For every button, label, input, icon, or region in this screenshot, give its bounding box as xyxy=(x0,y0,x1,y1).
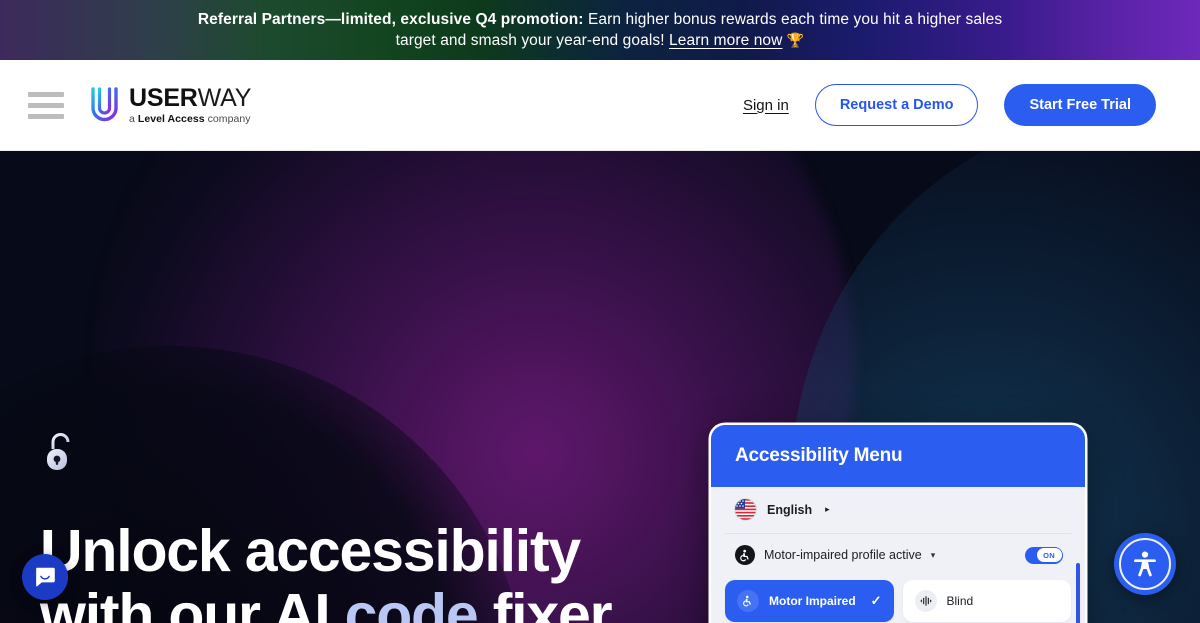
widget-title: Accessibility Menu xyxy=(735,445,903,466)
promo-banner-text: Referral Partners—limited, exclusive Q4 … xyxy=(185,10,1015,51)
promo-banner: Referral Partners—limited, exclusive Q4 … xyxy=(0,0,1200,60)
profile-card-motor-impaired[interactable]: Motor Impaired ✓ xyxy=(725,580,894,622)
tagline-prefix: a xyxy=(129,113,138,126)
chat-bubble-icon xyxy=(36,567,55,587)
hamburger-bar xyxy=(28,91,64,97)
wheelchair-icon xyxy=(735,545,755,565)
trophy-icon: 🏆 xyxy=(786,31,805,48)
soundwave-glyph xyxy=(920,596,931,606)
widget-body: English ▸ Motor-impaired profile active … xyxy=(711,487,1085,623)
hamburger-bar xyxy=(28,102,64,108)
wheelchair-icon xyxy=(737,590,759,612)
tagline-brand: Level Access xyxy=(137,113,205,126)
headline-part-2: fixer xyxy=(477,582,613,623)
accessibility-menu-widget: Accessibility Menu English ▸ Motor-impai… xyxy=(711,425,1085,623)
widget-scrollbar[interactable] xyxy=(1076,563,1080,623)
wheelchair-glyph xyxy=(739,549,749,561)
active-profile-row[interactable]: Motor-impaired profile active ▾ ON xyxy=(725,534,1071,576)
profile-card-grid: Motor Impaired ✓ Blind xyxy=(725,580,1071,623)
promo-bold-text: Referral Partners—limited, exclusive Q4 … xyxy=(197,10,584,28)
site-header: USERWAY a Level Access company Sign in R… xyxy=(0,60,1200,151)
language-selector[interactable]: English ▸ xyxy=(725,487,1071,534)
userway-u-mark-icon xyxy=(91,87,118,122)
accessibility-widget-button[interactable] xyxy=(1114,533,1176,595)
logo-word-user: USER xyxy=(129,84,198,113)
hero-section: Unlock accessibility with our AI code fi… xyxy=(0,151,1200,623)
profile-card-blind[interactable]: Blind xyxy=(902,580,1071,622)
profile-toggle-switch[interactable]: ON xyxy=(1025,546,1063,564)
toggle-knob-label: ON xyxy=(1036,548,1062,562)
hamburger-menu-icon[interactable] xyxy=(28,91,64,119)
profile-card-label: Motor Impaired xyxy=(769,594,856,608)
request-demo-button[interactable]: Request a Demo xyxy=(814,84,979,126)
widget-header: Accessibility Menu xyxy=(711,425,1085,487)
active-profile-label: Motor-impaired profile active xyxy=(764,548,922,562)
chevron-down-icon: ▾ xyxy=(930,549,936,560)
start-free-trial-button[interactable]: Start Free Trial xyxy=(1004,84,1156,126)
logo-tagline: a Level Access company xyxy=(129,114,251,125)
promo-learn-more-link[interactable]: Learn more now xyxy=(669,32,782,49)
sign-in-link[interactable]: Sign in xyxy=(743,97,789,114)
chevron-right-icon: ▸ xyxy=(825,504,830,514)
wheelchair-glyph xyxy=(743,595,751,607)
userway-logo[interactable]: USERWAY a Level Access company xyxy=(89,85,251,125)
header-actions: Sign in Request a Demo Start Free Trial xyxy=(743,84,1156,126)
tagline-suffix: company xyxy=(204,113,251,126)
open-padlock-icon xyxy=(47,433,70,470)
us-flag-icon xyxy=(735,499,756,520)
logo-word-way: WAY xyxy=(197,84,252,113)
headline-accent-word: code xyxy=(344,582,479,623)
soundwave-icon xyxy=(914,590,937,612)
check-icon: ✓ xyxy=(870,593,882,608)
logo-title: USERWAY xyxy=(129,86,251,111)
language-label: English xyxy=(767,502,813,517)
page-root: Referral Partners—limited, exclusive Q4 … xyxy=(0,0,1200,623)
chat-launcher-button[interactable] xyxy=(22,554,68,600)
logo-wordmark: USERWAY a Level Access company xyxy=(129,85,251,125)
hamburger-bar xyxy=(28,113,64,119)
button-ring-decoration xyxy=(1119,538,1171,590)
hero-headline: Unlock accessibility with our AI code fi… xyxy=(40,519,680,623)
profile-card-label: Blind xyxy=(946,594,974,608)
